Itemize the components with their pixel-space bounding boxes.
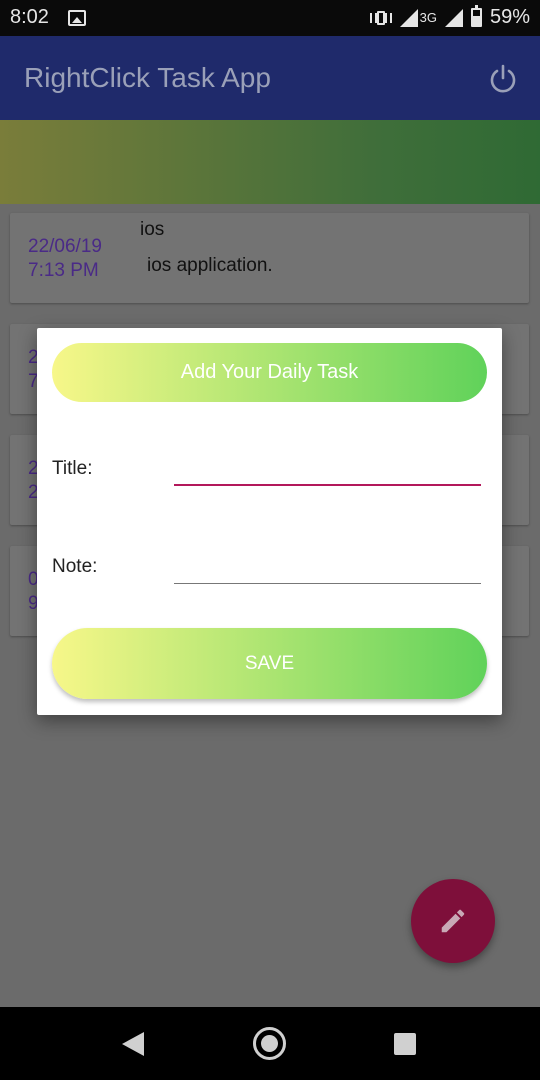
app-title: RightClick Task App	[24, 62, 271, 93]
add-task-fab[interactable]	[411, 879, 495, 963]
app-bar: RightClick Task App	[0, 36, 540, 120]
home-icon[interactable]	[253, 1027, 286, 1060]
cell-signal-icon	[444, 8, 463, 27]
back-icon[interactable]	[122, 1032, 144, 1056]
status-bar: 8:02 3G 59%	[0, 0, 540, 36]
task-card[interactable]: 22/06/19 7:13 PM ios ios application.	[10, 213, 529, 303]
task-datetime: 22/06/19 7:13 PM	[28, 235, 102, 283]
note-label: Note:	[52, 556, 98, 577]
note-input[interactable]	[174, 550, 481, 584]
power-icon[interactable]	[488, 64, 518, 94]
system-nav-bar	[0, 1007, 540, 1080]
task-title: ios	[140, 219, 165, 240]
vibrate-icon	[369, 9, 392, 27]
task-note: ios application.	[147, 255, 273, 276]
mobile-signal-icon	[399, 8, 418, 27]
add-task-dialog: Add Your Daily Task Title: Note: SAVE	[37, 328, 502, 715]
task-date: 22/06/19	[28, 236, 102, 257]
status-time: 8:02	[10, 6, 49, 28]
title-input[interactable]	[174, 452, 481, 486]
header-banner	[0, 120, 540, 204]
network-type: 3G	[419, 10, 437, 25]
recent-apps-icon[interactable]	[394, 1033, 416, 1055]
status-indicators: 3G 59%	[369, 5, 530, 29]
save-button[interactable]: SAVE	[52, 628, 487, 699]
dialog-header: Add Your Daily Task	[52, 343, 487, 402]
battery-percent: 59%	[489, 6, 530, 28]
title-label: Title:	[52, 458, 93, 479]
task-time: 7:13 PM	[28, 260, 99, 281]
pencil-icon	[441, 909, 465, 933]
battery-icon	[470, 5, 482, 27]
image-notification-icon	[68, 10, 86, 26]
